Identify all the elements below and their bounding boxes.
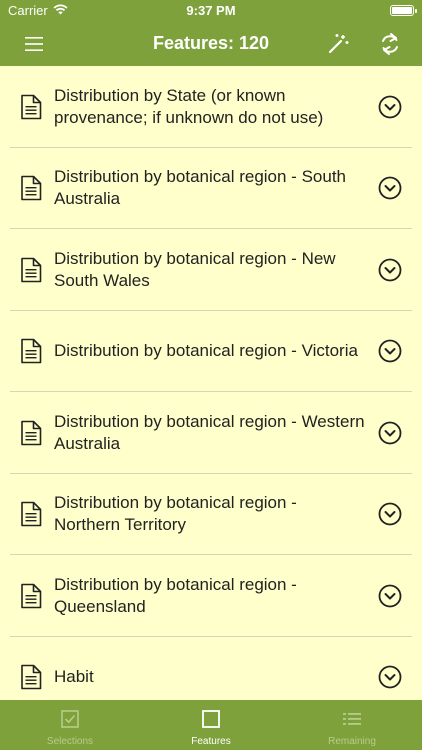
list-icon (343, 713, 361, 725)
battery-icon (390, 5, 417, 16)
feature-label: Habit (54, 667, 94, 687)
document-icon (20, 94, 42, 120)
feature-row[interactable]: Distribution by botanical region - Weste… (0, 392, 422, 474)
tab-features-label: Features (191, 736, 231, 747)
chevron-down-icon[interactable] (378, 665, 402, 689)
feature-row[interactable]: Distribution by botanical region - North… (0, 474, 422, 555)
tab-remaining[interactable]: Remaining (282, 700, 422, 750)
status-bar: Carrier 9:37 PM (0, 0, 422, 22)
document-icon (20, 420, 42, 446)
feature-label: Distribution by botanical region - North… (54, 493, 297, 535)
feature-row[interactable]: Distribution by botanical region - Queen… (0, 555, 422, 637)
tab-bar: Selections Features Remaining (0, 700, 422, 750)
chevron-down-icon[interactable] (378, 421, 402, 445)
feature-label: Distribution by botanical region - Weste… (54, 411, 365, 453)
tab-selections[interactable]: Selections (0, 700, 140, 750)
checkbox-icon (61, 710, 79, 728)
clock: 9:37 PM (186, 3, 236, 18)
feature-label: Distribution by botanical region - Queen… (54, 574, 297, 616)
page-title: Features: 120 (152, 33, 270, 53)
feature-row[interactable]: Distribution by botanical region - Victo… (0, 311, 422, 392)
document-icon (20, 664, 42, 690)
refresh-button[interactable] (376, 30, 404, 58)
tab-features[interactable]: Features (141, 700, 281, 750)
refresh-icon (382, 33, 398, 55)
feature-list: Distribution by State (or known provenan… (0, 66, 422, 700)
document-icon (20, 338, 42, 364)
magic-wand-icon (328, 34, 349, 54)
chevron-down-icon[interactable] (378, 176, 402, 200)
chevron-down-icon[interactable] (378, 584, 402, 608)
feature-label: Distribution by botanical region - Victo… (54, 341, 358, 361)
chevron-down-icon[interactable] (378, 502, 402, 526)
document-icon (20, 175, 42, 201)
document-icon (20, 501, 42, 527)
chevron-down-icon[interactable] (378, 339, 402, 363)
chevron-down-icon[interactable] (378, 258, 402, 282)
document-icon (20, 583, 42, 609)
feature-row[interactable]: Distribution by botanical region - New S… (0, 229, 422, 311)
document-icon (20, 257, 42, 283)
feature-row[interactable]: Habit (0, 637, 422, 701)
tab-selections-label: Selections (46, 736, 94, 747)
navigation-bar: Features: 120 (0, 22, 422, 66)
auto-select-button[interactable] (324, 30, 352, 58)
square-icon (202, 710, 220, 728)
tab-remaining-label: Remaining (328, 736, 376, 747)
feature-label: Distribution by botanical region - South… (54, 167, 346, 209)
feature-row[interactable]: Distribution by botanical region - South… (0, 148, 422, 229)
chevron-down-icon[interactable] (378, 95, 402, 119)
feature-label: Distribution by botanical region - New S… (54, 248, 336, 290)
feature-row[interactable]: Distribution by State (or known provenan… (0, 66, 422, 148)
feature-label: Distribution by State (or known provenan… (54, 85, 324, 127)
